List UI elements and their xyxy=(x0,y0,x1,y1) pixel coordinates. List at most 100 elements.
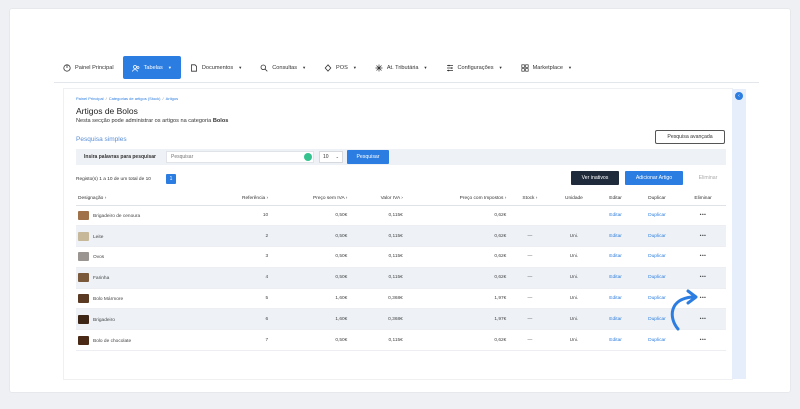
advanced-search-button[interactable]: Pesquisa avançada xyxy=(655,130,725,144)
duplicate-link[interactable]: Duplicar xyxy=(633,329,681,352)
delete-menu-icon[interactable]: ••• xyxy=(680,329,726,352)
duplicate-link[interactable]: Duplicar xyxy=(633,246,681,268)
delete-menu-icon[interactable]: ••• xyxy=(680,225,726,248)
page-subtitle: Nesta secção pode administrar os artigos… xyxy=(76,118,228,124)
dashboard-icon xyxy=(63,63,71,72)
cell-price: 0,50€ xyxy=(271,267,351,289)
table-row[interactable]: Bolo de chocolate 7 0,50€ 0,115€ 0,62€ — Uni. E… xyxy=(76,329,726,352)
column-header[interactable]: Eliminar xyxy=(680,192,726,206)
edit-link[interactable]: Editar xyxy=(597,329,634,352)
table-row[interactable]: Leite 2 0,50€ 0,115€ 0,62€ — Uni. Editar Duplica… xyxy=(76,225,726,248)
pos-icon xyxy=(324,63,332,72)
search-input[interactable] xyxy=(166,151,314,163)
product-name: Farinha xyxy=(93,276,110,282)
cell-reference: 2 xyxy=(208,225,272,248)
column-header-label: Preço sem IVA xyxy=(313,195,345,201)
table-row[interactable]: Farinha 4 0,50€ 0,115€ 0,62€ — Uni. Editar Dupli… xyxy=(76,267,726,289)
table-row[interactable]: Bolo Mármore 5 1,60€ 0,368€ 1,97€ — Uni. Editar… xyxy=(76,288,726,310)
cell-price: 0,50€ xyxy=(271,329,351,352)
breadcrumb-home[interactable]: Painel Principal xyxy=(76,96,104,101)
column-header-label: Stock xyxy=(522,195,535,201)
cell-total: 1,97€ xyxy=(405,308,510,331)
search-button[interactable]: Pesquisar xyxy=(347,150,389,164)
product-name: Brigadeiro xyxy=(93,317,115,323)
articles-table: Designação › Referência › Preço sem IVA › V… xyxy=(76,192,726,352)
nav-item-configura-es[interactable]: Configurações ▼ xyxy=(437,53,512,82)
panel-toggle-icon[interactable]: ‹ xyxy=(735,92,743,100)
cell-reference: 10 xyxy=(208,205,272,227)
nav-item-label: Consultas xyxy=(272,64,298,71)
cell-name: Brigadeiro xyxy=(76,308,208,331)
cell-total: 0,62€ xyxy=(405,329,510,352)
table-row[interactable]: Brigadeiro 6 1,60€ 0,368€ 1,97€ — Uni. Editar Du… xyxy=(76,308,726,331)
column-header[interactable]: Valor IVA › xyxy=(350,192,406,206)
edit-link[interactable]: Editar xyxy=(597,267,634,289)
nav-item-label: Tabelas xyxy=(143,64,163,71)
cell-total: 0,62€ xyxy=(405,246,510,268)
pagination-page-1[interactable]: 1 xyxy=(166,174,176,184)
nav-item-label: POS xyxy=(336,64,348,71)
subtitle-text: Nesta secção pode administrar os artigos… xyxy=(76,118,213,124)
column-header-label: Valor IVA xyxy=(380,195,400,201)
chevron-down-icon: ▼ xyxy=(423,65,428,70)
column-header-label: Editar xyxy=(609,195,622,201)
column-header-label: Duplicar xyxy=(648,195,666,201)
search-label: Insira palavras para pesquisar xyxy=(84,154,156,160)
duplicate-link[interactable]: Duplicar xyxy=(633,205,681,227)
chevron-down-icon: ▼ xyxy=(238,65,243,70)
breadcrumb-categories[interactable]: Categorias de artigos (Stock) xyxy=(109,96,161,101)
nav-item-documentos[interactable]: Documentos ▼ xyxy=(181,53,251,82)
simple-search-link[interactable]: Pesquisa simples xyxy=(76,136,127,143)
duplicate-link[interactable]: Duplicar xyxy=(633,225,681,248)
edit-link[interactable]: Editar xyxy=(597,308,634,331)
settings-icon xyxy=(446,64,453,71)
cell-total: 0,62€ xyxy=(405,205,510,227)
subtitle-category: Bolos xyxy=(212,118,229,124)
column-header[interactable]: Preço sem IVA › xyxy=(271,192,351,206)
nav-item-tabelas[interactable]: Tabelas ▼ xyxy=(122,56,181,79)
nav-item-painel-principal[interactable]: Painel Principal xyxy=(54,53,123,82)
edit-link[interactable]: Editar xyxy=(597,246,634,268)
product-name: Leite xyxy=(93,234,104,240)
table-row[interactable]: Brigadeiro de cenoura 10 0,50€ 0,115€ 0,62€ E… xyxy=(76,205,726,227)
column-header[interactable]: Unidade xyxy=(550,192,598,206)
column-header[interactable]: Editar xyxy=(597,192,634,206)
cell-name: Leite xyxy=(76,225,208,248)
delete-menu-icon[interactable]: ••• xyxy=(680,246,726,268)
column-header[interactable]: Duplicar xyxy=(633,192,681,206)
cell-unit: Uni. xyxy=(550,288,598,310)
delete-menu-icon[interactable]: ••• xyxy=(680,267,726,289)
sort-icon: › xyxy=(504,195,507,201)
nav-item-at-tribut-ria[interactable]: At. Tributária ▼ xyxy=(366,53,437,82)
right-panel-toggle[interactable]: ‹ xyxy=(732,89,746,379)
column-header[interactable]: Preço com Impostos › xyxy=(405,192,510,206)
cell-vat: 0,115€ xyxy=(350,246,406,268)
sort-icon: › xyxy=(266,195,269,201)
column-header[interactable]: Stock › xyxy=(509,192,551,206)
cell-reference: 5 xyxy=(208,288,272,310)
delete-button[interactable]: Eliminar xyxy=(689,171,727,185)
cell-reference: 4 xyxy=(208,267,272,289)
delete-menu-icon[interactable]: ••• xyxy=(680,205,726,227)
column-header[interactable]: Referência › xyxy=(208,192,272,206)
column-header[interactable]: Designação › xyxy=(76,192,208,206)
marketplace-icon xyxy=(521,63,529,72)
add-article-button[interactable]: Adicionar Artigo xyxy=(625,171,683,185)
edit-link[interactable]: Editar xyxy=(597,205,634,227)
cell-stock: — xyxy=(509,308,551,331)
cell-name: Ovos xyxy=(76,246,208,268)
table-row[interactable]: Ovos 3 0,50€ 0,115€ 0,62€ — Uni. Editar Duplicar… xyxy=(76,246,726,268)
nav-item-consultas[interactable]: Consultas ▼ xyxy=(251,53,315,82)
cell-stock xyxy=(509,205,551,227)
page-size-select[interactable]: 10 ⌄ xyxy=(319,151,343,163)
nav-item-marketplace[interactable]: Marketplace ▼ xyxy=(512,53,581,82)
edit-link[interactable]: Editar xyxy=(597,288,634,310)
nav-item-pos[interactable]: POS ▼ xyxy=(315,53,366,82)
chevron-down-icon: ⌄ xyxy=(335,154,339,159)
duplicate-link[interactable]: Duplicar xyxy=(633,267,681,289)
cell-unit: Uni. xyxy=(550,267,598,289)
records-info: Registo(s) 1 a 10 de um total de 10 xyxy=(76,177,151,182)
edit-link[interactable]: Editar xyxy=(597,225,634,248)
cell-unit: Uni. xyxy=(550,308,598,331)
view-inactive-button[interactable]: Ver inativos xyxy=(571,171,619,185)
